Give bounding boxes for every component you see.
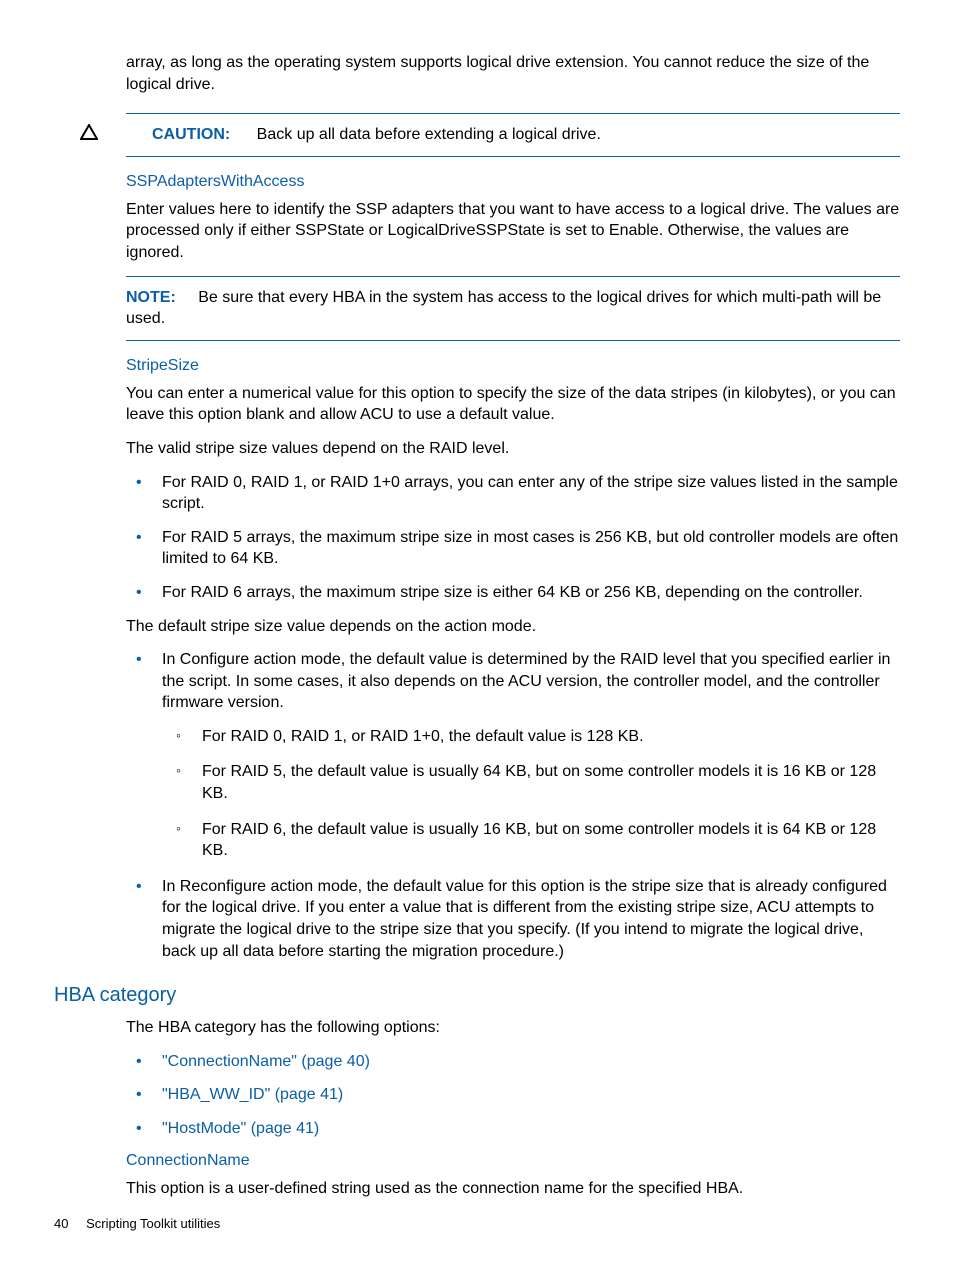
ssp-paragraph: Enter values here to identify the SSP ad…	[126, 199, 900, 264]
stripesize-para3: The default stripe size value depends on…	[126, 616, 900, 638]
link-hba-ww-id[interactable]: "HBA_WW_ID" (page 41)	[162, 1086, 343, 1103]
list-item: "HBA_WW_ID" (page 41)	[126, 1084, 900, 1106]
stripesize-list2: In Configure action mode, the default va…	[126, 649, 900, 962]
list-item: In Reconfigure action mode, the default …	[126, 876, 900, 962]
note-text: Be sure that every HBA in the system has…	[126, 289, 881, 328]
list-item: For RAID 6 arrays, the maximum stripe si…	[126, 582, 900, 604]
footer-title: Scripting Toolkit utilities	[86, 1216, 220, 1231]
ssp-heading: SSPAdaptersWithAccess	[126, 173, 900, 191]
list-item: For RAID 5 arrays, the maximum stripe si…	[126, 527, 900, 570]
hba-intro: The HBA category has the following optio…	[126, 1017, 900, 1039]
stripesize-para2: The valid stripe size values depend on t…	[126, 438, 900, 460]
stripesize-heading: StripeSize	[126, 357, 900, 375]
sub-list: For RAID 0, RAID 1, or RAID 1+0, the def…	[162, 726, 900, 862]
intro-paragraph: array, as long as the operating system s…	[126, 52, 900, 95]
link-connectionname[interactable]: "ConnectionName" (page 40)	[162, 1053, 370, 1070]
page-footer: 40 Scripting Toolkit utilities	[54, 1216, 220, 1231]
link-hostmode[interactable]: "HostMode" (page 41)	[162, 1120, 319, 1137]
stripesize-list1: For RAID 0, RAID 1, or RAID 1+0 arrays, …	[126, 472, 900, 604]
list-item: "ConnectionName" (page 40)	[126, 1051, 900, 1073]
connectionname-para: This option is a user-defined string use…	[126, 1178, 900, 1200]
list-item: "HostMode" (page 41)	[126, 1118, 900, 1140]
hba-links-list: "ConnectionName" (page 40) "HBA_WW_ID" (…	[126, 1051, 900, 1140]
list-item: In Configure action mode, the default va…	[126, 649, 900, 862]
caution-text: Back up all data before extending a logi…	[257, 126, 601, 143]
caution-icon	[80, 124, 152, 140]
connectionname-heading: ConnectionName	[126, 1152, 900, 1170]
caution-label: CAUTION:	[152, 126, 230, 143]
stripesize-para1: You can enter a numerical value for this…	[126, 383, 900, 426]
note-label: NOTE:	[126, 289, 176, 306]
page-number: 40	[54, 1216, 68, 1231]
hba-category-heading: HBA category	[54, 984, 900, 1007]
list-item: For RAID 0, RAID 1, or RAID 1+0, the def…	[162, 726, 900, 748]
list-item: For RAID 5, the default value is usually…	[162, 761, 900, 804]
list-item-text: In Configure action mode, the default va…	[162, 651, 890, 711]
list-item: For RAID 0, RAID 1, or RAID 1+0 arrays, …	[126, 472, 900, 515]
caution-callout: CAUTION: Back up all data before extendi…	[126, 113, 900, 157]
list-item: For RAID 6, the default value is usually…	[162, 819, 900, 862]
note-callout: NOTE: Be sure that every HBA in the syst…	[126, 276, 900, 341]
